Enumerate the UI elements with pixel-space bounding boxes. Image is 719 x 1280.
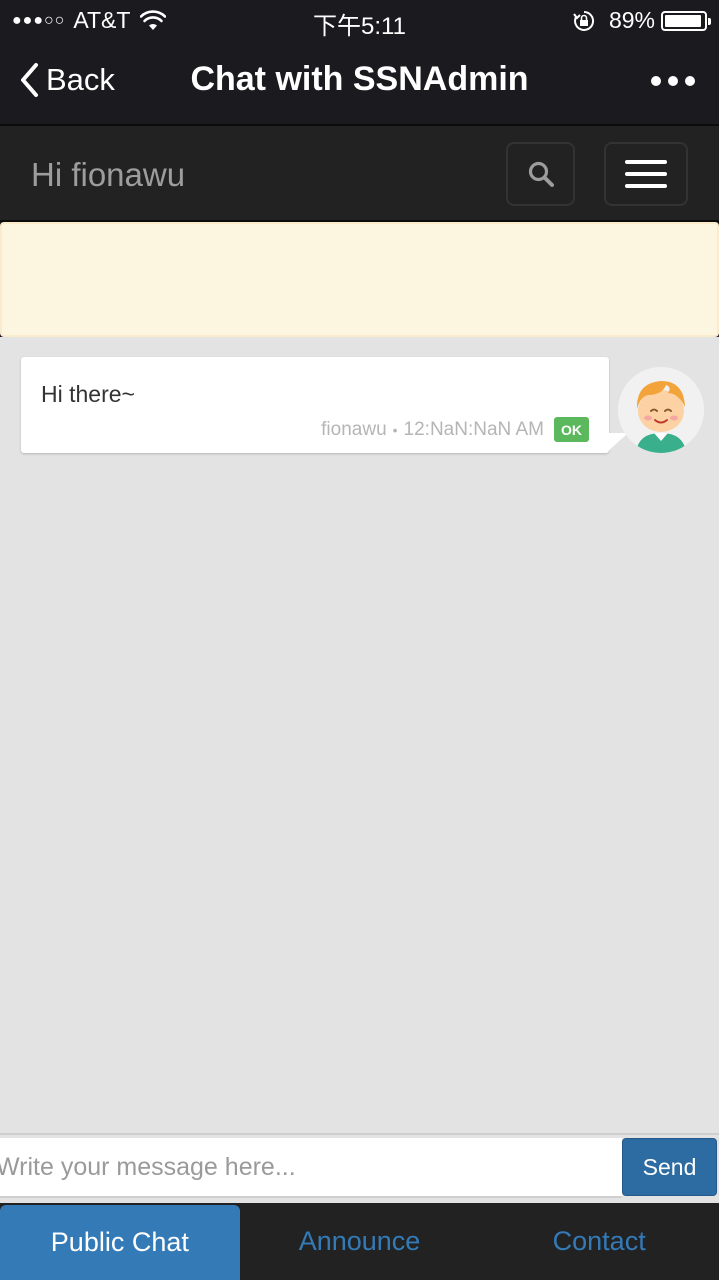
orientation-lock-icon (573, 10, 594, 31)
battery-tip (708, 17, 711, 25)
meta-separator: • (392, 421, 398, 438)
menu-bar-icon (625, 184, 667, 188)
tab-announce[interactable]: Announce (240, 1203, 480, 1280)
user-avatar-icon (618, 367, 704, 453)
bubble-tail (606, 433, 628, 453)
app-header: Hi fionawu (0, 124, 719, 222)
message-meta: fionawu • 12:NaN:NaN AM OK (321, 417, 589, 442)
back-label: Back (46, 62, 115, 97)
avatar (618, 367, 704, 453)
chevron-left-icon (21, 63, 38, 97)
chat-message: Hi there~ fionawu • 12:NaN:NaN AM OK (21, 357, 609, 453)
more-dot-icon (668, 76, 678, 86)
status-bar: ●●●○○ AT&T 下午5:11 89% (0, 0, 719, 40)
menu-bar-icon (625, 172, 667, 176)
tab-public-chat[interactable]: Public Chat (0, 1205, 240, 1280)
menu-bar-icon (625, 160, 667, 164)
alert-banner (0, 222, 719, 337)
message-sender: fionawu (321, 418, 387, 440)
user-greeting: Hi fionawu (31, 156, 186, 193)
status-right: 89% (573, 7, 711, 34)
more-dot-icon (685, 76, 695, 86)
status-badge: OK (554, 417, 589, 442)
bottom-tab-bar: Public Chat Announce Contact (0, 1203, 719, 1280)
battery-fill (665, 14, 701, 27)
message-input[interactable] (0, 1138, 622, 1198)
search-button[interactable] (506, 142, 575, 206)
hamburger-menu-button[interactable] (604, 142, 688, 206)
battery-percent: 89% (608, 7, 655, 33)
back-button[interactable]: Back (18, 62, 115, 98)
search-icon (528, 161, 554, 187)
tab-contact[interactable]: Contact (479, 1203, 719, 1280)
more-dot-icon (651, 76, 661, 86)
more-options-button[interactable] (651, 76, 695, 86)
message-composer: Send (0, 1133, 719, 1203)
send-button[interactable]: Send (622, 1138, 717, 1196)
battery-icon (661, 10, 711, 31)
message-text: Hi there~ (41, 381, 135, 407)
message-time: 12:NaN:NaN AM (403, 418, 544, 440)
chat-message-list[interactable]: Hi there~ fionawu • 12:NaN:NaN AM OK (0, 337, 719, 1133)
navigation-bar: Back Chat with SSNAdmin (0, 40, 719, 124)
